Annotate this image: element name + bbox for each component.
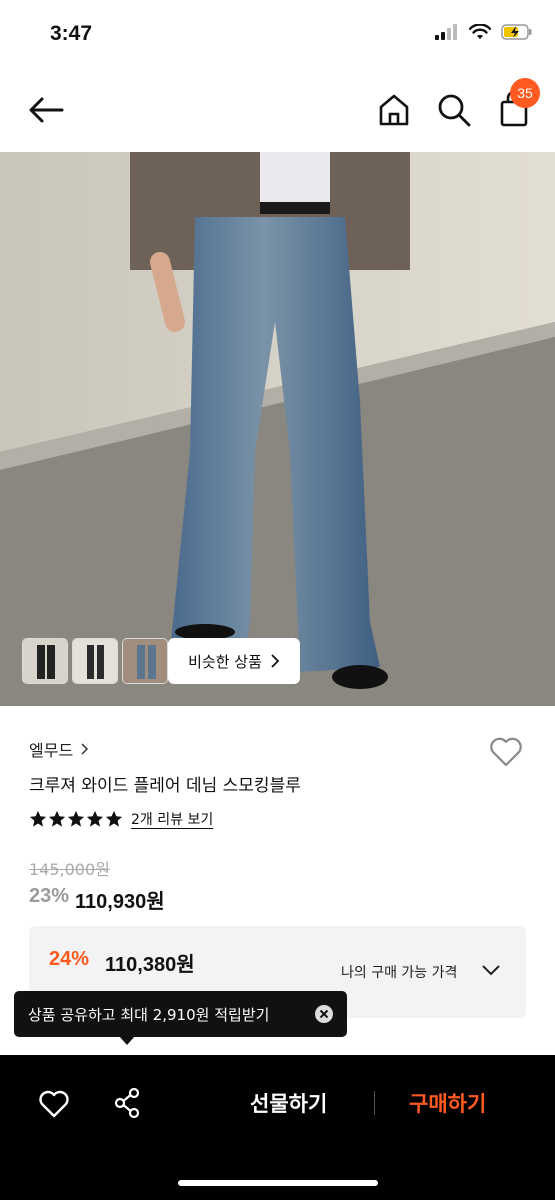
top-navigation — [0, 70, 555, 152]
status-icons — [435, 24, 533, 40]
gift-button[interactable]: 선물하기 — [250, 1088, 327, 1118]
share-icon[interactable] — [113, 1087, 141, 1119]
sale-price: 110,930원 — [75, 891, 165, 913]
divider — [374, 1091, 375, 1115]
rating-stars — [29, 810, 123, 828]
heart-icon[interactable] — [38, 1089, 70, 1119]
star-icon — [105, 810, 123, 827]
thumbnail[interactable] — [72, 638, 118, 684]
chevron-right-icon — [271, 654, 280, 668]
chevron-down-icon[interactable] — [481, 962, 501, 978]
rating-row: 2개 리뷰 보기 — [29, 809, 213, 829]
product-photo-illustration — [0, 152, 555, 706]
my-discount-rate: 24% — [49, 948, 90, 970]
buy-button[interactable]: 구매하기 — [409, 1088, 486, 1118]
brand-name: 엘무드 — [29, 741, 74, 760]
battery-charging-icon — [501, 24, 532, 40]
thumbnail[interactable] — [22, 638, 68, 684]
discount-rate: 23% — [29, 885, 70, 907]
chevron-right-icon — [81, 743, 89, 755]
home-icon[interactable] — [377, 92, 411, 128]
star-icon — [86, 810, 104, 827]
thumbnail[interactable] — [122, 638, 168, 684]
search-icon[interactable] — [436, 92, 472, 128]
home-indicator — [178, 1180, 378, 1186]
wifi-icon — [469, 24, 491, 39]
photo-thumbnails — [22, 638, 168, 684]
product-photo[interactable] — [0, 152, 555, 706]
toast-text: 상품 공유하고 최대 2,910원 적립받기 — [28, 1005, 270, 1024]
view-reviews-link[interactable]: 2개 리뷰 보기 — [131, 809, 213, 829]
bottom-action-bar: 선물하기 구매하기 — [0, 1055, 555, 1200]
product-name: 크루져 와이드 플레어 데님 스모킹블루 — [29, 776, 301, 796]
my-price: 110,380원 — [105, 954, 195, 976]
cart-count-badge: 35 — [510, 78, 540, 108]
my-price-label: 나의 구매 가능 가격 — [341, 965, 458, 981]
close-icon[interactable] — [314, 1004, 334, 1024]
sale-price-row: 23% 110,930원 — [29, 885, 165, 914]
toast-pointer — [119, 1036, 135, 1045]
cellular-signal-icon — [435, 24, 457, 40]
star-icon — [48, 810, 66, 827]
status-time: 3:47 — [50, 22, 93, 45]
star-icon — [67, 810, 85, 827]
heart-icon[interactable] — [488, 734, 524, 770]
brand-link[interactable]: 엘무드 — [29, 737, 89, 761]
status-bar: 3:47 — [0, 0, 555, 70]
star-icon — [29, 810, 47, 827]
share-reward-toast: 상품 공유하고 최대 2,910원 적립받기 — [14, 991, 347, 1037]
similar-products-button[interactable]: 비슷한 상품 — [168, 638, 300, 684]
original-price: 145,000원 — [29, 860, 110, 879]
back-arrow-icon[interactable] — [26, 92, 66, 128]
similar-products-label: 비슷한 상품 — [188, 652, 262, 671]
